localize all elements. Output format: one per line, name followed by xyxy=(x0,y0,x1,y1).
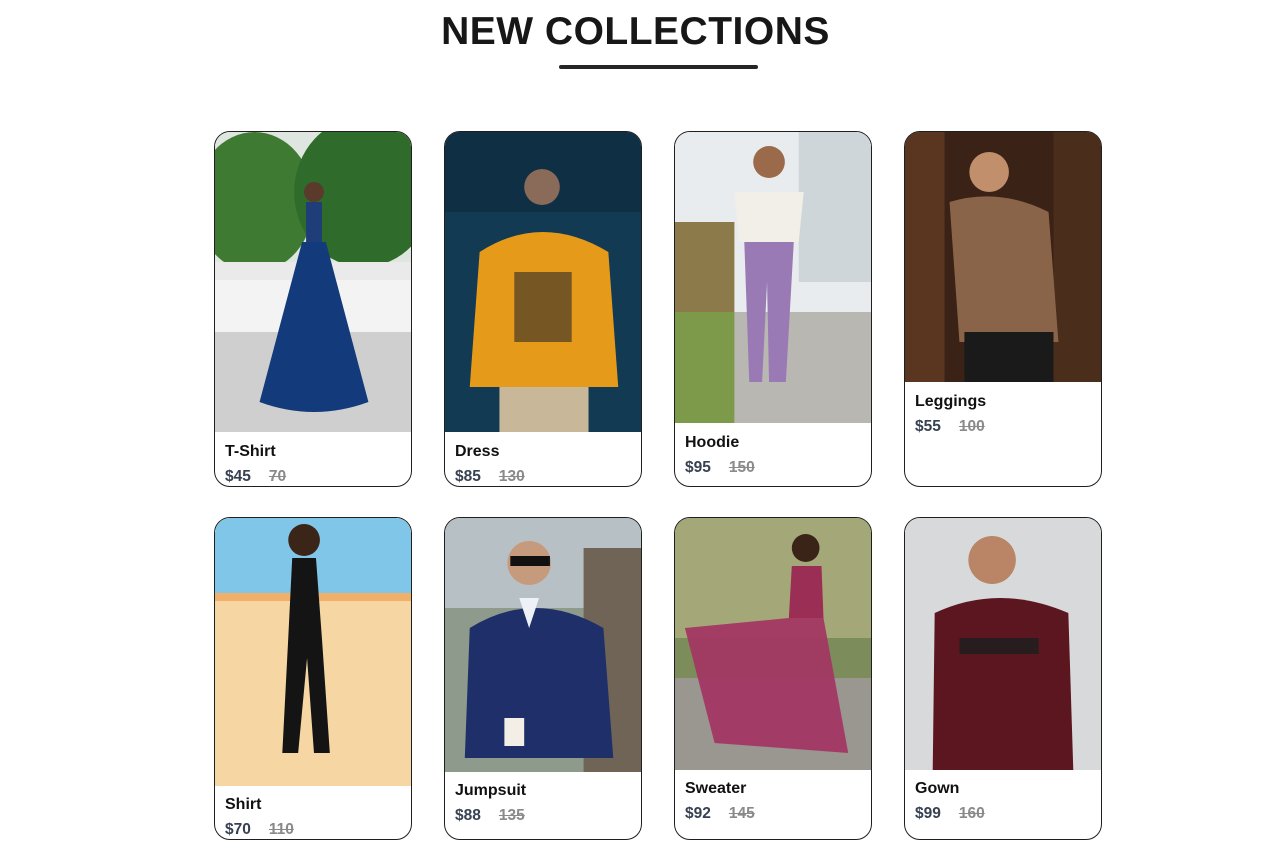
product-card[interactable]: Sweater $92 145 xyxy=(674,517,872,840)
product-image[interactable] xyxy=(215,132,411,432)
new-price: $45 xyxy=(225,468,251,485)
product-image[interactable] xyxy=(215,518,411,786)
product-prices: $99 160 xyxy=(915,805,985,823)
new-price: $95 xyxy=(685,459,711,476)
product-prices: $70 110 xyxy=(225,821,294,839)
product-prices: $55 100 xyxy=(915,418,985,436)
old-price: 135 xyxy=(498,807,525,824)
new-price: $99 xyxy=(915,805,941,822)
product-card[interactable]: Leggings $55 100 xyxy=(904,131,1102,487)
new-price: $85 xyxy=(455,468,481,485)
product-image[interactable] xyxy=(445,132,641,432)
product-card[interactable]: Jumpsuit $88 135 xyxy=(444,517,642,840)
new-price: $88 xyxy=(455,807,481,824)
old-price: 130 xyxy=(498,468,525,485)
old-price: 150 xyxy=(728,459,755,476)
product-prices: $92 145 xyxy=(685,805,755,823)
product-card[interactable]: T-Shirt $45 70 xyxy=(214,131,412,487)
product-name: Dress xyxy=(455,443,500,460)
product-name: Gown xyxy=(915,780,960,797)
product-image[interactable] xyxy=(905,518,1101,770)
product-name: Jumpsuit xyxy=(455,782,527,799)
product-image[interactable] xyxy=(905,132,1101,382)
product-card[interactable]: Gown $99 160 xyxy=(904,517,1102,840)
product-image[interactable] xyxy=(445,518,641,772)
section-title: NEW COLLECTIONS xyxy=(441,10,830,53)
new-price: $55 xyxy=(915,418,941,435)
old-price: 70 xyxy=(268,468,287,485)
product-prices: $95 150 xyxy=(685,459,755,477)
product-name: Shirt xyxy=(225,796,262,813)
product-name: Hoodie xyxy=(685,434,740,451)
product-card[interactable]: Hoodie $95 150 xyxy=(674,131,872,487)
old-price: 100 xyxy=(958,418,985,435)
product-name: Sweater xyxy=(685,780,747,797)
product-image[interactable] xyxy=(675,132,871,423)
product-name: T-Shirt xyxy=(225,443,276,460)
product-prices: $85 130 xyxy=(455,468,525,486)
title-underline xyxy=(559,65,758,69)
product-prices: $45 70 xyxy=(225,468,286,486)
product-name: Leggings xyxy=(915,393,987,410)
product-image[interactable] xyxy=(675,518,871,770)
new-price: $70 xyxy=(225,821,251,838)
product-card[interactable]: Shirt $70 110 xyxy=(214,517,412,840)
product-card[interactable]: Dress $85 130 xyxy=(444,131,642,487)
old-price: 110 xyxy=(268,821,294,838)
old-price: 160 xyxy=(958,805,985,822)
old-price: 145 xyxy=(728,805,755,822)
new-price: $92 xyxy=(685,805,711,822)
product-prices: $88 135 xyxy=(455,807,525,825)
